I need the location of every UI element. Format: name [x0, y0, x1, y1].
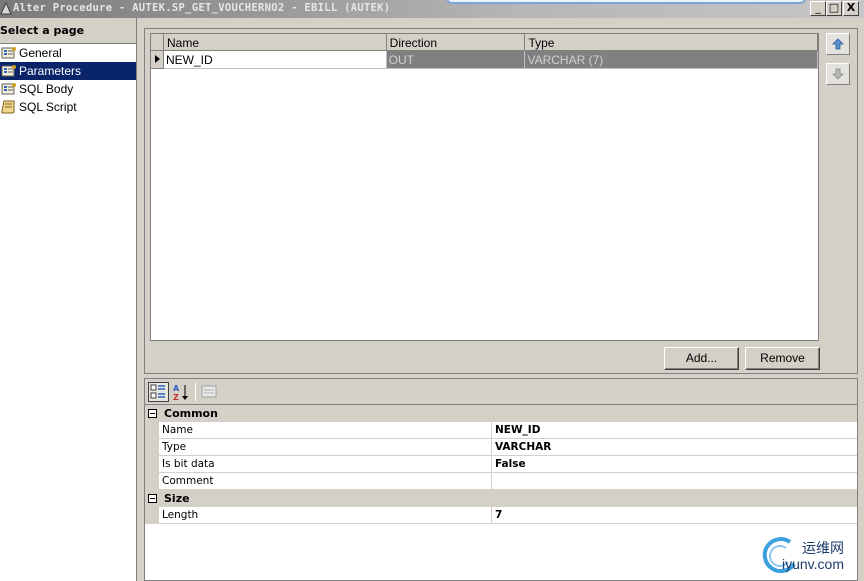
collapse-icon[interactable]: [148, 409, 157, 418]
property-row[interactable]: Length 7: [145, 507, 857, 524]
property-name: Name: [159, 422, 492, 438]
property-value[interactable]: [492, 473, 857, 489]
table-row[interactable]: NEW_ID OUT VARCHAR (7): [151, 51, 819, 69]
window-title: Alter Procedure - AUTEK.SP_GET_VOUCHERNO…: [13, 2, 391, 14]
alphabetical-icon: A Z: [173, 384, 188, 402]
toolbar-divider: [195, 383, 196, 401]
property-value[interactable]: False: [492, 456, 857, 472]
watermark-text-cn: 运维网: [802, 541, 844, 557]
section-common[interactable]: Common: [145, 405, 857, 422]
remove-button[interactable]: Remove: [745, 347, 820, 370]
add-button[interactable]: Add...: [664, 347, 739, 370]
svg-text:Z: Z: [173, 393, 179, 402]
move-down-button[interactable]: [826, 63, 850, 85]
property-row[interactable]: Type VARCHAR: [145, 439, 857, 456]
alphabetical-button[interactable]: A Z: [171, 382, 192, 402]
close-button[interactable]: X: [843, 1, 859, 16]
categorized-icon: [150, 384, 165, 399]
page-properties-icon: [1, 47, 16, 59]
property-row[interactable]: Comment: [145, 473, 857, 490]
column-header-type[interactable]: Type: [525, 34, 819, 51]
section-size[interactable]: Size: [145, 490, 857, 507]
row-pointer-icon[interactable]: [151, 51, 164, 69]
sidebar-item-sql-body[interactable]: SQL Body: [0, 80, 136, 98]
column-header-name[interactable]: Name: [163, 34, 387, 51]
property-name: Comment: [159, 473, 492, 489]
cell-type[interactable]: VARCHAR (7): [525, 51, 819, 69]
minimize-button[interactable]: _: [810, 1, 826, 16]
watermark-logo: 运维网 iyunv.com: [760, 534, 864, 580]
row-selector-header: [151, 34, 164, 51]
property-pages-button[interactable]: [199, 382, 220, 402]
property-value[interactable]: 7: [492, 507, 857, 523]
arrow-down-icon: [832, 68, 844, 80]
property-value[interactable]: VARCHAR: [492, 439, 857, 455]
move-up-button[interactable]: [826, 33, 850, 55]
parameters-panel: Name Direction Type NEW_ID OUT VARCHAR (…: [144, 28, 858, 374]
property-name: Length: [159, 507, 492, 523]
page-properties-icon: [1, 65, 16, 77]
property-name: Is bit data: [159, 456, 492, 472]
svg-text:A: A: [173, 384, 180, 393]
sidebar-item-label: Parameters: [19, 64, 82, 78]
title-bar: Alter Procedure - AUTEK.SP_GET_VOUCHERNO…: [0, 0, 864, 18]
sidebar-item-label: General: [19, 46, 62, 60]
grid-header: Name Direction Type: [151, 34, 819, 51]
sidebar-item-parameters[interactable]: Parameters: [0, 62, 136, 80]
collapse-icon[interactable]: [148, 494, 157, 503]
property-pages-icon: [201, 385, 217, 398]
background-window-edge: [446, 0, 806, 4]
property-grid: A Z Common Name NEW_ID Type VARCHAR Is b…: [144, 378, 858, 581]
app-icon: [0, 2, 12, 15]
column-header-direction[interactable]: Direction: [386, 34, 526, 51]
sidebar-item-label: SQL Body: [19, 82, 74, 96]
maximize-button[interactable]: □: [826, 1, 842, 16]
property-row[interactable]: Name NEW_ID: [145, 422, 857, 439]
page-selector: Select a page General Parameters SQL Bod…: [0, 18, 137, 581]
section-title: Common: [164, 407, 218, 420]
sidebar-item-general[interactable]: General: [0, 44, 136, 62]
page-properties-icon: [1, 83, 16, 95]
arrow-up-icon: [832, 38, 844, 50]
sidebar-item-label: SQL Script: [19, 100, 77, 114]
property-grid-toolbar: A Z: [145, 379, 857, 405]
page-selector-header: Select a page: [0, 18, 136, 44]
section-title: Size: [164, 492, 190, 505]
cell-direction[interactable]: OUT: [386, 51, 526, 69]
property-value[interactable]: NEW_ID: [492, 422, 857, 438]
script-scroll-icon: [1, 100, 15, 114]
watermark-text-en: iyunv.com: [782, 556, 844, 572]
sidebar-item-sql-script[interactable]: SQL Script: [0, 98, 136, 116]
property-name: Type: [159, 439, 492, 455]
property-row[interactable]: Is bit data False: [145, 456, 857, 473]
cell-name[interactable]: NEW_ID: [163, 51, 387, 69]
categorized-button[interactable]: [148, 382, 169, 402]
parameters-grid: Name Direction Type NEW_ID OUT VARCHAR (…: [150, 33, 819, 341]
